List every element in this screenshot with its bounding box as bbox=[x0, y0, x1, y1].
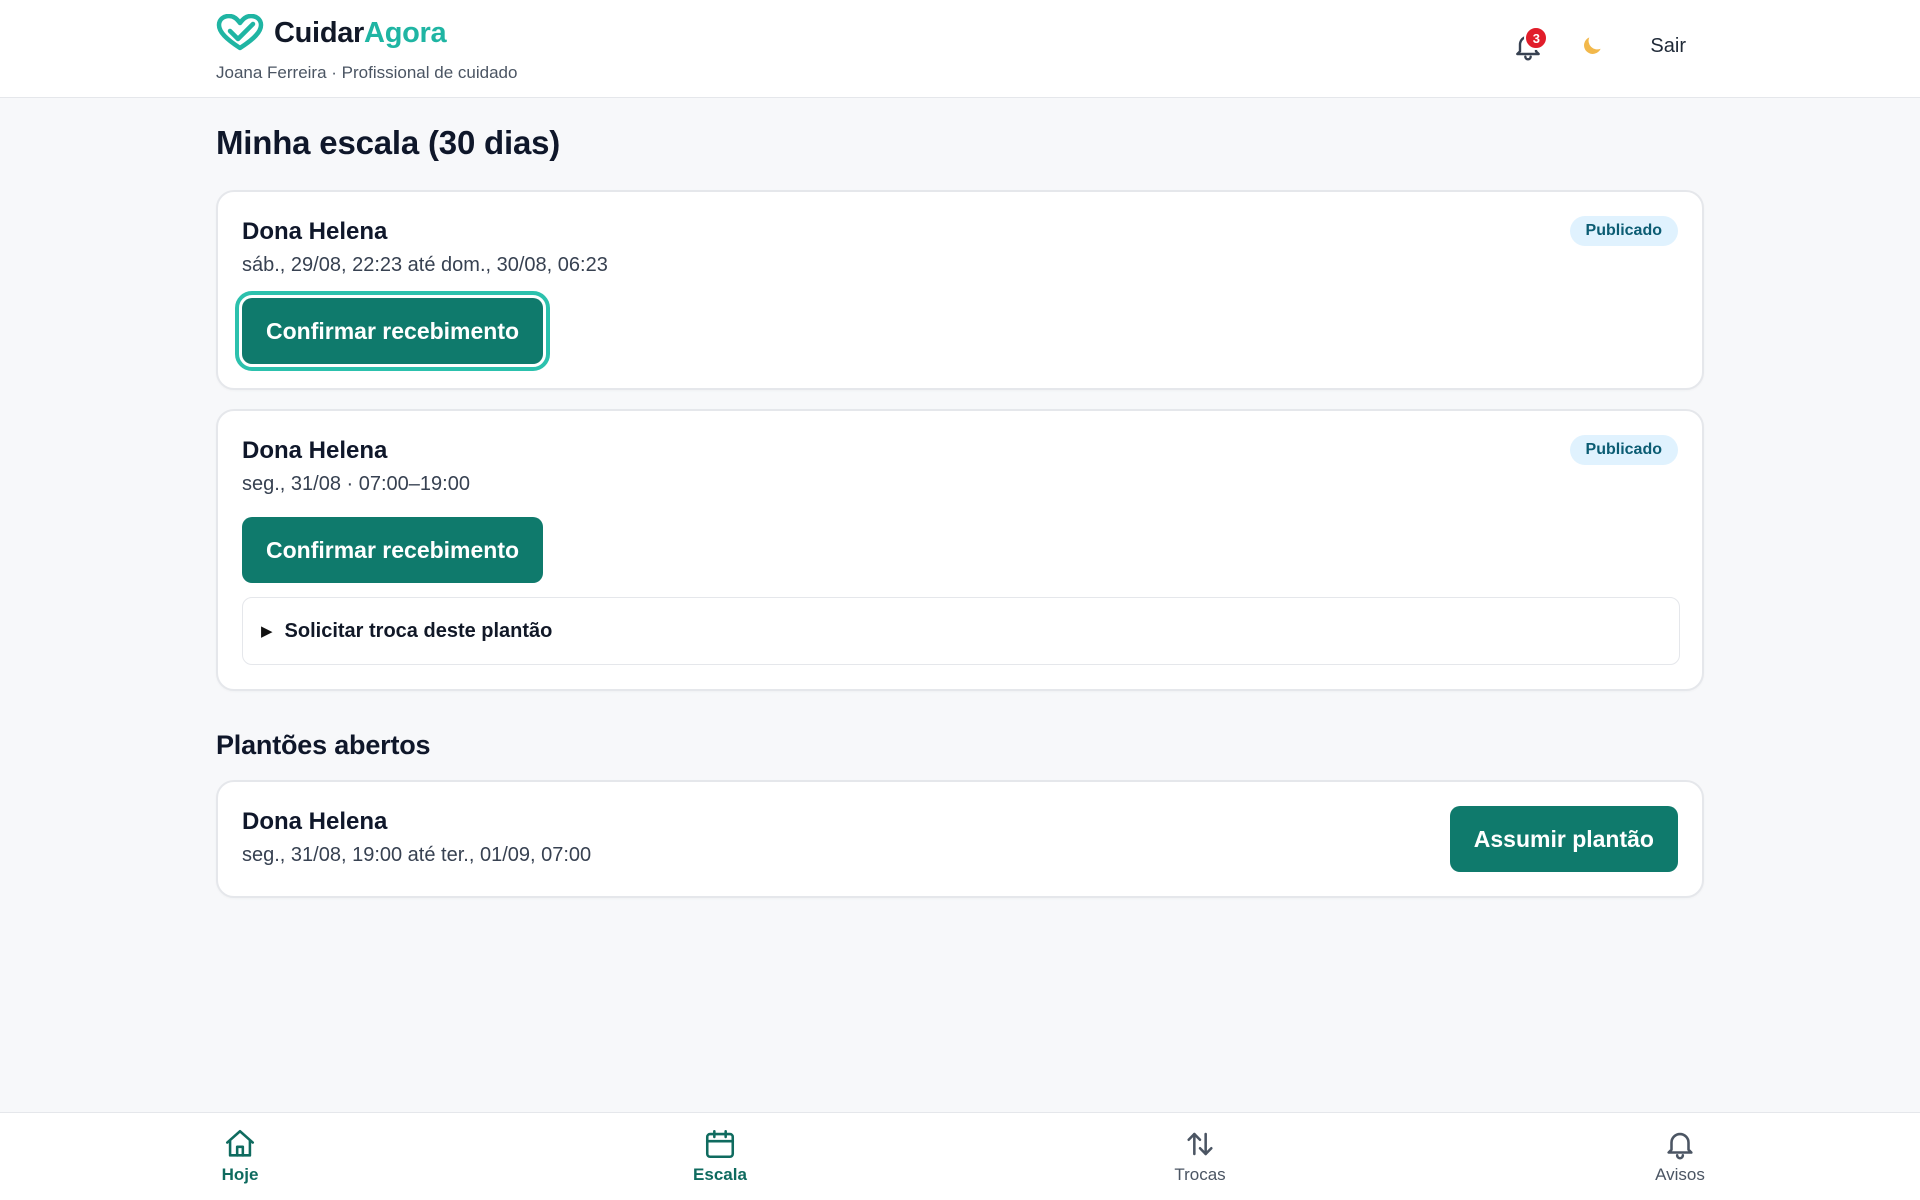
open-shifts-title: Plantões abertos bbox=[216, 730, 431, 760]
shift-patient-name: Dona Helena bbox=[242, 437, 388, 464]
take-shift-button[interactable]: Assumir plantão bbox=[1449, 806, 1678, 872]
nav-label: Hoje bbox=[221, 1165, 259, 1184]
shift-time: sáb., 29/08, 22:23 até dom., 30/08, 06:2… bbox=[242, 254, 608, 276]
nav-item-escala[interactable]: Escala bbox=[480, 1113, 960, 1200]
swap-arrows-icon bbox=[1187, 1132, 1213, 1156]
status-badge: Publicado bbox=[1569, 216, 1678, 246]
status-badge: Publicado bbox=[1569, 435, 1678, 465]
notification-badge: 3 bbox=[1524, 26, 1549, 50]
nav-item-trocas[interactable]: Trocas bbox=[960, 1113, 1440, 1200]
notifications-button[interactable]: 3 bbox=[1506, 22, 1550, 70]
swap-request-label: Solicitar troca deste plantão bbox=[284, 619, 553, 642]
shift-time: seg., 31/08, 19:00 até ter., 01/09, 07:0… bbox=[242, 844, 592, 866]
moon-icon bbox=[1584, 37, 1602, 54]
swap-request-toggle[interactable]: ▶ Solicitar troca deste plantão bbox=[242, 597, 1680, 665]
open-shift-card: Dona Helena seg., 31/08, 19:00 até ter.,… bbox=[216, 780, 1704, 898]
shift-time: seg., 31/08 · 07:00–19:00 bbox=[242, 473, 470, 495]
bell-icon bbox=[1667, 1132, 1693, 1160]
home-icon bbox=[225, 1129, 255, 1157]
nav-item-hoje[interactable]: Hoje bbox=[0, 1113, 480, 1200]
confirm-receipt-button[interactable]: Confirmar recebimento bbox=[242, 517, 544, 583]
theme-toggle-button[interactable] bbox=[1570, 22, 1614, 70]
page-title: Minha escala (30 dias) bbox=[216, 124, 561, 161]
shift-card: Dona Helena sáb., 29/08, 22:23 até dom.,… bbox=[216, 190, 1704, 390]
shift-card: Dona Helena seg., 31/08 · 07:00–19:00 Pu… bbox=[216, 409, 1704, 691]
nav-item-avisos[interactable]: Avisos bbox=[1440, 1113, 1920, 1200]
calendar-icon bbox=[705, 1129, 735, 1159]
top-header: CuidarAgora Joana Ferreira · Profissiona… bbox=[0, 0, 1920, 98]
brand[interactable]: CuidarAgora bbox=[216, 14, 447, 52]
shift-patient-name: Dona Helena bbox=[242, 218, 388, 245]
bottom-nav: Hoje Escala Trocas Avisos bbox=[0, 1112, 1920, 1200]
app-name: CuidarAgora bbox=[274, 16, 447, 49]
nav-label: Escala bbox=[693, 1165, 747, 1184]
heart-logo-icon bbox=[216, 14, 264, 51]
confirm-receipt-button[interactable]: Confirmar recebimento bbox=[234, 291, 551, 371]
header-actions: 3 Sair bbox=[1506, 22, 1692, 70]
user-line: Joana Ferreira · Profissional de cuidado bbox=[216, 63, 518, 82]
logout-button[interactable]: Sair bbox=[1644, 29, 1692, 64]
nav-label: Trocas bbox=[1174, 1165, 1226, 1184]
shift-patient-name: Dona Helena bbox=[242, 808, 388, 835]
nav-label: Avisos bbox=[1655, 1165, 1705, 1184]
disclosure-triangle-icon: ▶ bbox=[261, 623, 273, 640]
